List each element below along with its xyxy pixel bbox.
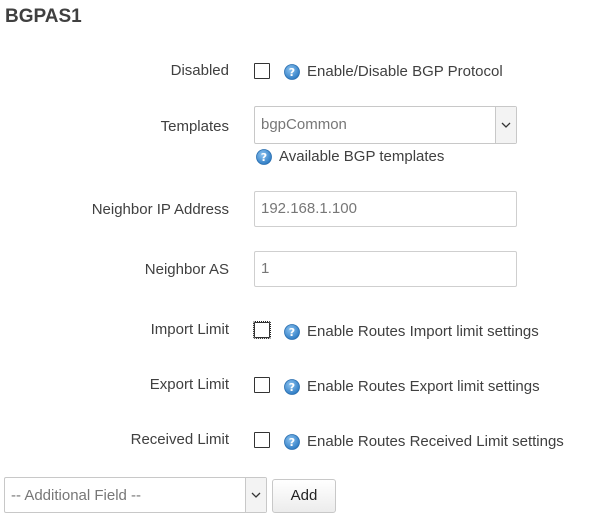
received-limit-label: Received Limit <box>130 431 229 448</box>
neighbor-ip-label: Neighbor IP Address <box>91 201 229 218</box>
svg-text:?: ? <box>261 151 267 164</box>
add-button[interactable]: Add <box>272 479 336 513</box>
svg-text:?: ? <box>289 436 295 449</box>
import-limit-label: Import Limit <box>150 321 229 338</box>
svg-text:?: ? <box>289 381 295 394</box>
export-limit-row: Export Limit ? Enable Routes Export limi… <box>0 375 593 397</box>
svg-text:?: ? <box>289 66 295 79</box>
help-icon: ? <box>284 64 300 80</box>
neighbor-as-input[interactable]: 1 <box>254 251 517 287</box>
templates-help-text: Available BGP templates <box>279 148 445 165</box>
templates-label: Templates <box>160 118 229 135</box>
help-icon: ? <box>284 434 300 450</box>
templates-row: Templates bgpCommon ? Available BGP temp… <box>0 106 593 166</box>
neighbor-as-label: Neighbor AS <box>144 261 229 278</box>
help-icon: ? <box>284 324 300 340</box>
help-icon: ? <box>284 379 300 395</box>
section-title: BGPAS1 <box>5 6 82 27</box>
received-limit-row: Received Limit ? Enable Routes Received … <box>0 430 593 452</box>
export-limit-help-text: Enable Routes Export limit settings <box>307 378 540 395</box>
export-limit-checkbox[interactable] <box>254 377 270 393</box>
import-limit-checkbox[interactable] <box>253 321 271 339</box>
disabled-checkbox[interactable] <box>254 63 270 79</box>
chevron-down-icon <box>495 107 516 143</box>
received-limit-checkbox[interactable] <box>254 432 270 448</box>
export-limit-label: Export Limit <box>149 376 229 393</box>
neighbor-ip-row: Neighbor IP Address 192.168.1.100 <box>0 191 593 227</box>
import-limit-help-text: Enable Routes Import limit settings <box>307 323 539 340</box>
additional-field-selected-value: -- Additional Field -- <box>11 487 142 504</box>
import-limit-row: Import Limit ? Enable Routes Import limi… <box>0 320 593 342</box>
templates-select[interactable]: bgpCommon <box>254 106 517 144</box>
templates-selected-value: bgpCommon <box>261 116 347 133</box>
additional-field-select[interactable]: -- Additional Field -- <box>4 477 267 513</box>
neighbor-ip-input[interactable]: 192.168.1.100 <box>254 191 517 227</box>
chevron-down-icon <box>245 478 266 512</box>
disabled-help-text: Enable/Disable BGP Protocol <box>307 63 503 80</box>
received-limit-help-text: Enable Routes Received Limit settings <box>307 433 564 450</box>
svg-text:?: ? <box>289 326 295 339</box>
help-icon: ? <box>256 149 272 165</box>
disabled-label: Disabled <box>170 62 229 79</box>
disabled-row: Disabled ? Enable/Disable BGP Protocol <box>0 61 593 83</box>
neighbor-as-row: Neighbor AS 1 <box>0 251 593 287</box>
